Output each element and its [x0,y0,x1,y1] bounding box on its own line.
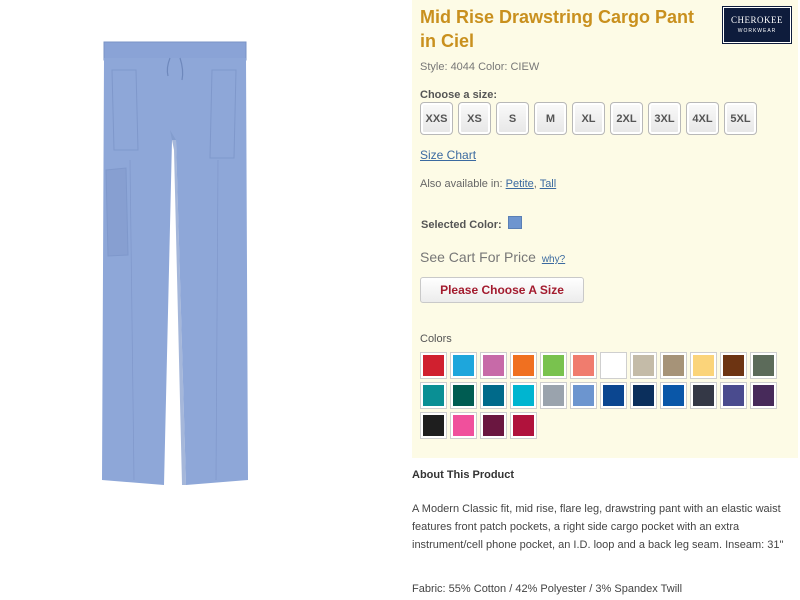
brand-name: CHEROKEE [731,15,783,25]
color-swatch-fill [483,385,504,406]
choose-size-button[interactable]: Please Choose A Size [420,277,584,303]
size-button-s[interactable]: S [496,102,529,135]
color-swatch[interactable] [480,412,507,439]
product-description: A Modern Classic fit, mid rise, flare le… [412,503,784,551]
color-swatch[interactable] [750,352,777,379]
color-swatch-fill [693,385,714,406]
also-available: Also available in: Petite, Tall [420,178,556,190]
color-swatch[interactable] [750,382,777,409]
color-swatch-fill [603,385,624,406]
color-swatch[interactable] [450,412,477,439]
color-swatch-fill [483,415,504,436]
choose-size-label: Choose a size: [420,89,498,101]
color-swatch-fill [723,355,744,376]
product-image-area [0,0,410,600]
color-swatch[interactable] [660,382,687,409]
color-swatch[interactable] [450,352,477,379]
color-swatch[interactable] [510,412,537,439]
color-swatch[interactable] [420,412,447,439]
color-swatch[interactable] [510,352,537,379]
style-color-code: Style: 4044 Color: CIEW [420,61,540,73]
color-swatch-fill [513,355,534,376]
petite-link[interactable]: Petite [506,178,534,190]
brand-sub: WORKWEAR [737,28,777,34]
product-title: Mid Rise Drawstring Cargo Pant in Ciel [420,7,695,51]
color-swatch-fill [453,355,474,376]
size-button-m[interactable]: M [534,102,567,135]
why-link[interactable]: why? [542,254,565,265]
color-swatch[interactable] [600,382,627,409]
price-info: See Cart For Price why? [420,249,565,265]
color-swatch[interactable] [510,382,537,409]
color-swatch[interactable] [570,352,597,379]
color-swatch-fill [693,355,714,376]
color-swatch[interactable] [480,382,507,409]
size-button-3xl[interactable]: 3XL [648,102,681,135]
color-swatch[interactable] [450,382,477,409]
color-swatch-fill [753,385,774,406]
color-swatch[interactable] [630,382,657,409]
size-button-4xl[interactable]: 4XL [686,102,719,135]
color-swatch-fill [453,415,474,436]
color-swatch-fill [543,385,564,406]
color-swatch[interactable] [720,352,747,379]
color-swatch[interactable] [600,352,627,379]
size-selector: XXS XS S M XL 2XL 3XL 4XL 5XL [420,102,757,135]
size-button-5xl[interactable]: 5XL [724,102,757,135]
size-button-xs[interactable]: XS [458,102,491,135]
color-swatch-fill [483,355,504,376]
color-swatch[interactable] [660,352,687,379]
also-available-label: Also available in: [420,178,503,190]
color-swatch-fill [423,355,444,376]
color-swatch-fill [543,355,564,376]
fabric-info: Fabric: 55% Cotton / 42% Polyester / 3% … [412,583,683,595]
color-swatch-fill [423,385,444,406]
size-button-xl[interactable]: XL [572,102,605,135]
price-text: See Cart For Price [420,249,536,265]
color-swatch[interactable] [480,352,507,379]
color-swatch-fill [663,385,684,406]
tall-link[interactable]: Tall [540,178,557,190]
selected-color-swatch [508,216,522,229]
size-button-xxs[interactable]: XXS [420,102,453,135]
link-separator: , [533,178,537,190]
about-title: About This Product [412,469,515,481]
color-swatch[interactable] [570,382,597,409]
color-swatch-fill [573,355,594,376]
size-button-2xl[interactable]: 2XL [610,102,643,135]
color-swatch[interactable] [540,352,567,379]
color-swatch-fill [723,385,744,406]
color-swatch-fill [633,385,654,406]
product-image[interactable] [100,40,250,490]
color-swatch-fill [453,385,474,406]
colors-label: Colors [420,333,452,345]
brand-logo[interactable]: CHEROKEE WORKWEAR [722,6,792,44]
color-swatch-fill [753,355,774,376]
color-swatches [420,352,780,439]
color-swatch[interactable] [630,352,657,379]
color-swatch-fill [513,385,534,406]
color-swatch[interactable] [540,382,567,409]
selected-color-label: Selected Color: [421,219,502,231]
color-swatch-fill [633,355,654,376]
product-info-panel: Mid Rise Drawstring Cargo Pant in Ciel C… [412,0,798,458]
color-swatch[interactable] [420,382,447,409]
color-swatch[interactable] [690,382,717,409]
color-swatch-fill [423,415,444,436]
color-swatch-fill [513,415,534,436]
color-swatch-fill [603,355,624,376]
color-swatch[interactable] [420,352,447,379]
size-chart-link[interactable]: Size Chart [420,148,476,162]
color-swatch[interactable] [690,352,717,379]
color-swatch-fill [663,355,684,376]
color-swatch[interactable] [720,382,747,409]
color-swatch-fill [573,385,594,406]
